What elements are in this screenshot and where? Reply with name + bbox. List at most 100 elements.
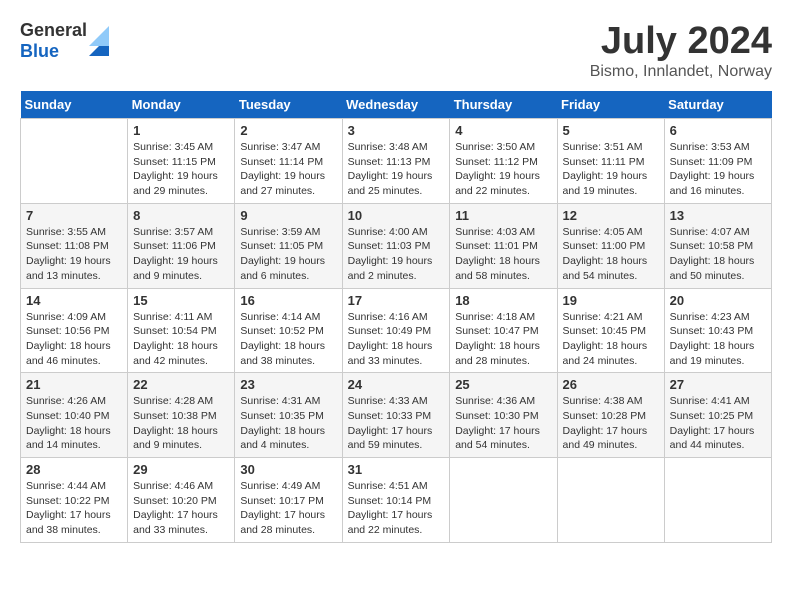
day-info: Sunrise: 3:55 AMSunset: 11:08 PMDaylight… xyxy=(26,225,122,284)
day-info: Sunrise: 4:51 AMSunset: 10:14 PMDaylight… xyxy=(348,479,445,538)
day-info: Sunrise: 3:50 AMSunset: 11:12 PMDaylight… xyxy=(455,140,551,199)
calendar-cell: 27 Sunrise: 4:41 AMSunset: 10:25 PMDaylig… xyxy=(664,373,771,458)
day-info: Sunrise: 4:38 AMSunset: 10:28 PMDaylight… xyxy=(563,394,659,453)
day-number: 26 xyxy=(563,377,659,392)
calendar-cell: 10Sunrise: 4:00 AMSunset: 11:03 PMDaylig… xyxy=(342,203,450,288)
day-number: 7 xyxy=(26,208,122,223)
calendar-cell xyxy=(557,458,664,543)
logo-icon xyxy=(89,26,109,56)
calendar-cell: 9 Sunrise: 3:59 AMSunset: 11:05 PMDayligh… xyxy=(235,203,342,288)
calendar-cell: 13 Sunrise: 4:07 AMSunset: 10:58 PMDaylig… xyxy=(664,203,771,288)
calendar-cell: 31 Sunrise: 4:51 AMSunset: 10:14 PMDaylig… xyxy=(342,458,450,543)
day-number: 9 xyxy=(240,208,336,223)
logo-blue-text: Blue xyxy=(20,41,87,62)
day-info: Sunrise: 3:48 AMSunset: 11:13 PMDaylight… xyxy=(348,140,445,199)
day-number: 18 xyxy=(455,293,551,308)
day-number: 19 xyxy=(563,293,659,308)
day-info: Sunrise: 4:46 AMSunset: 10:20 PMDaylight… xyxy=(133,479,229,538)
calendar-week-3: 14 Sunrise: 4:09 AMSunset: 10:56 PMDaylig… xyxy=(21,288,772,373)
day-info: Sunrise: 4:44 AMSunset: 10:22 PMDaylight… xyxy=(26,479,122,538)
day-info: Sunrise: 4:26 AMSunset: 10:40 PMDaylight… xyxy=(26,394,122,453)
day-info: Sunrise: 4:09 AMSunset: 10:56 PMDaylight… xyxy=(26,310,122,369)
calendar-cell: 17 Sunrise: 4:16 AMSunset: 10:49 PMDaylig… xyxy=(342,288,450,373)
day-info: Sunrise: 4:31 AMSunset: 10:35 PMDaylight… xyxy=(240,394,336,453)
day-number: 31 xyxy=(348,462,445,477)
day-info: Sunrise: 4:41 AMSunset: 10:25 PMDaylight… xyxy=(670,394,766,453)
day-number: 30 xyxy=(240,462,336,477)
logo-general-text: General xyxy=(20,20,87,41)
day-info: Sunrise: 4:16 AMSunset: 10:49 PMDaylight… xyxy=(348,310,445,369)
weekday-header-tuesday: Tuesday xyxy=(235,91,342,119)
day-info: Sunrise: 4:28 AMSunset: 10:38 PMDaylight… xyxy=(133,394,229,453)
day-info: Sunrise: 4:33 AMSunset: 10:33 PMDaylight… xyxy=(348,394,445,453)
calendar-cell: 14 Sunrise: 4:09 AMSunset: 10:56 PMDaylig… xyxy=(21,288,128,373)
day-info: Sunrise: 3:51 AMSunset: 11:11 PMDaylight… xyxy=(563,140,659,199)
weekday-header-friday: Friday xyxy=(557,91,664,119)
calendar-cell xyxy=(21,119,128,204)
calendar-cell: 1 Sunrise: 3:45 AMSunset: 11:15 PMDayligh… xyxy=(128,119,235,204)
day-number: 13 xyxy=(670,208,766,223)
weekday-header-sunday: Sunday xyxy=(21,91,128,119)
calendar-cell: 5 Sunrise: 3:51 AMSunset: 11:11 PMDayligh… xyxy=(557,119,664,204)
calendar-cell: 23Sunrise: 4:31 AMSunset: 10:35 PMDaylig… xyxy=(235,373,342,458)
day-number: 17 xyxy=(348,293,445,308)
calendar-cell: 7 Sunrise: 3:55 AMSunset: 11:08 PMDayligh… xyxy=(21,203,128,288)
day-number: 29 xyxy=(133,462,229,477)
calendar-cell: 18 Sunrise: 4:18 AMSunset: 10:47 PMDaylig… xyxy=(450,288,557,373)
calendar-cell: 3 Sunrise: 3:48 AMSunset: 11:13 PMDayligh… xyxy=(342,119,450,204)
day-number: 1 xyxy=(133,123,229,138)
day-number: 14 xyxy=(26,293,122,308)
calendar-week-5: 28Sunrise: 4:44 AMSunset: 10:22 PMDaylig… xyxy=(21,458,772,543)
weekday-header-wednesday: Wednesday xyxy=(342,91,450,119)
weekday-header-thursday: Thursday xyxy=(450,91,557,119)
day-info: Sunrise: 3:53 AMSunset: 11:09 PMDaylight… xyxy=(670,140,766,199)
day-number: 5 xyxy=(563,123,659,138)
calendar-cell: 15 Sunrise: 4:11 AMSunset: 10:54 PMDaylig… xyxy=(128,288,235,373)
day-info: Sunrise: 4:00 AMSunset: 11:03 PMDaylight… xyxy=(348,225,445,284)
day-number: 25 xyxy=(455,377,551,392)
location: Bismo, Innlandet, Norway xyxy=(590,63,772,81)
calendar-cell: 8 Sunrise: 3:57 AMSunset: 11:06 PMDayligh… xyxy=(128,203,235,288)
day-number: 24 xyxy=(348,377,445,392)
day-number: 4 xyxy=(455,123,551,138)
calendar-cell: 2 Sunrise: 3:47 AMSunset: 11:14 PMDayligh… xyxy=(235,119,342,204)
day-info: Sunrise: 3:45 AMSunset: 11:15 PMDaylight… xyxy=(133,140,229,199)
title-block: July 2024 Bismo, Innlandet, Norway xyxy=(590,20,772,81)
weekday-header-row: SundayMondayTuesdayWednesdayThursdayFrid… xyxy=(21,91,772,119)
calendar-cell: 28Sunrise: 4:44 AMSunset: 10:22 PMDaylig… xyxy=(21,458,128,543)
day-info: Sunrise: 4:05 AMSunset: 11:00 PMDaylight… xyxy=(563,225,659,284)
calendar-cell: 21 Sunrise: 4:26 AMSunset: 10:40 PMDaylig… xyxy=(21,373,128,458)
day-number: 8 xyxy=(133,208,229,223)
calendar-week-4: 21 Sunrise: 4:26 AMSunset: 10:40 PMDaylig… xyxy=(21,373,772,458)
weekday-header-monday: Monday xyxy=(128,91,235,119)
calendar-cell xyxy=(664,458,771,543)
calendar-week-1: 1 Sunrise: 3:45 AMSunset: 11:15 PMDayligh… xyxy=(21,119,772,204)
month-year: July 2024 xyxy=(590,20,772,63)
day-info: Sunrise: 4:21 AMSunset: 10:45 PMDaylight… xyxy=(563,310,659,369)
calendar-cell: 6 Sunrise: 3:53 AMSunset: 11:09 PMDayligh… xyxy=(664,119,771,204)
day-info: Sunrise: 3:59 AMSunset: 11:05 PMDaylight… xyxy=(240,225,336,284)
day-info: Sunrise: 4:18 AMSunset: 10:47 PMDaylight… xyxy=(455,310,551,369)
calendar-cell xyxy=(450,458,557,543)
day-info: Sunrise: 4:14 AMSunset: 10:52 PMDaylight… xyxy=(240,310,336,369)
day-number: 27 xyxy=(670,377,766,392)
calendar-cell: 4 Sunrise: 3:50 AMSunset: 11:12 PMDayligh… xyxy=(450,119,557,204)
day-number: 2 xyxy=(240,123,336,138)
day-number: 22 xyxy=(133,377,229,392)
day-info: Sunrise: 3:57 AMSunset: 11:06 PMDaylight… xyxy=(133,225,229,284)
day-number: 6 xyxy=(670,123,766,138)
day-info: Sunrise: 4:23 AMSunset: 10:43 PMDaylight… xyxy=(670,310,766,369)
day-info: Sunrise: 3:47 AMSunset: 11:14 PMDaylight… xyxy=(240,140,336,199)
calendar-cell: 29 Sunrise: 4:46 AMSunset: 10:20 PMDaylig… xyxy=(128,458,235,543)
day-number: 3 xyxy=(348,123,445,138)
day-info: Sunrise: 4:11 AMSunset: 10:54 PMDaylight… xyxy=(133,310,229,369)
day-info: Sunrise: 4:49 AMSunset: 10:17 PMDaylight… xyxy=(240,479,336,538)
day-info: Sunrise: 4:36 AMSunset: 10:30 PMDaylight… xyxy=(455,394,551,453)
day-number: 15 xyxy=(133,293,229,308)
day-number: 21 xyxy=(26,377,122,392)
day-number: 20 xyxy=(670,293,766,308)
calendar-cell: 30 Sunrise: 4:49 AMSunset: 10:17 PMDaylig… xyxy=(235,458,342,543)
weekday-header-saturday: Saturday xyxy=(664,91,771,119)
day-info: Sunrise: 4:07 AMSunset: 10:58 PMDaylight… xyxy=(670,225,766,284)
calendar-cell: 24 Sunrise: 4:33 AMSunset: 10:33 PMDaylig… xyxy=(342,373,450,458)
